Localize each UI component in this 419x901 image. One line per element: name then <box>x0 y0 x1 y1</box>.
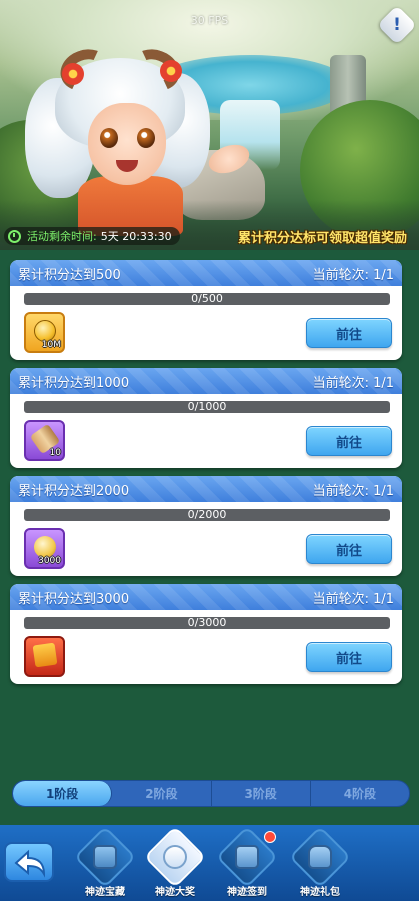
treasure-chest-icon <box>93 845 117 869</box>
task-title: 累计积分达到2000 <box>18 483 130 499</box>
reward-quantity: 3000 <box>38 556 61 566</box>
task-list: 累计积分达到500 当前轮次: 1/1 0/500 10M 前往 累计积分达到1… <box>10 260 402 692</box>
task-round: 当前轮次: 1/1 <box>312 267 394 283</box>
nav-label: 神迹宝藏 <box>85 887 125 898</box>
task-header: 累计积分达到1000 当前轮次: 1/1 <box>10 368 402 394</box>
gold-coin-icon <box>34 320 56 342</box>
progress-text: 0/1000 <box>187 400 227 413</box>
task-round: 当前轮次: 1/1 <box>312 483 394 499</box>
notification-badge <box>264 831 276 843</box>
back-button[interactable] <box>4 842 54 882</box>
bow-icon <box>163 845 187 869</box>
task-round: 当前轮次: 1/1 <box>312 375 394 391</box>
progress-text: 0/3000 <box>187 616 227 629</box>
nav-label: 神迹签到 <box>227 887 267 898</box>
progress-bar: 0/500 <box>24 292 390 305</box>
event-timer: 活动剩余时间: 5天 20:33:30 <box>4 227 180 245</box>
nav-label: 神迹礼包 <box>300 887 340 898</box>
bottom-nav: 神迹宝藏 神迹大奖 神迹签到 神迹礼包 <box>0 825 419 901</box>
task-header: 累计积分达到500 当前轮次: 1/1 <box>10 260 402 286</box>
reward-item[interactable]: 3000 <box>24 528 65 569</box>
task-card: 累计积分达到2000 当前轮次: 1/1 0/2000 3000 前往 <box>10 476 402 576</box>
task-card: 累计积分达到3000 当前轮次: 1/1 0/3000 前往 <box>10 584 402 684</box>
task-header: 累计积分达到3000 当前轮次: 1/1 <box>10 584 402 610</box>
task-title: 累计积分达到3000 <box>18 591 130 607</box>
progress-text: 0/2000 <box>187 508 227 521</box>
task-card: 累计积分达到1000 当前轮次: 1/1 0/1000 10 前往 <box>10 368 402 468</box>
tab-stage-3[interactable]: 3阶段 <box>212 781 311 806</box>
nav-item-gift-pack[interactable]: 神迹礼包 <box>285 825 355 899</box>
reward-quantity: 10 <box>49 448 61 458</box>
go-button[interactable]: 前往 <box>306 534 392 564</box>
gift-box-icon <box>235 845 259 869</box>
tab-stage-1[interactable]: 1阶段 <box>13 781 113 806</box>
nav-item-checkin[interactable]: 神迹签到 <box>212 825 282 899</box>
reward-item[interactable] <box>24 636 65 677</box>
exclamation-icon: ! <box>393 15 401 35</box>
reward-quantity: 10M <box>41 340 61 350</box>
back-arrow-icon <box>14 849 46 878</box>
nav-item-grand-prize[interactable]: 神迹大奖 <box>140 825 210 899</box>
progress-bar: 0/1000 <box>24 400 390 413</box>
coin-icon <box>34 536 56 558</box>
hero-character <box>20 42 254 238</box>
fps-counter: 30 FPS <box>190 14 229 27</box>
gift-bag-icon <box>308 845 332 869</box>
timer-value: 5天 20:33:30 <box>100 230 172 243</box>
progress-bar: 0/2000 <box>24 508 390 521</box>
stage-tabs: 1阶段 2阶段 3阶段 4阶段 <box>12 780 410 807</box>
event-slogan: 累计积分达标可领取超值奖励 <box>237 231 407 246</box>
reward-item[interactable]: 10M <box>24 312 65 353</box>
reward-item[interactable]: 10 <box>24 420 65 461</box>
task-header: 累计积分达到2000 当前轮次: 1/1 <box>10 476 402 502</box>
timer-label: 活动剩余时间: <box>27 230 97 243</box>
task-card: 累计积分达到500 当前轮次: 1/1 0/500 10M 前往 <box>10 260 402 360</box>
go-button[interactable]: 前往 <box>306 642 392 672</box>
task-round: 当前轮次: 1/1 <box>312 591 394 607</box>
nav-item-treasure[interactable]: 神迹宝藏 <box>70 825 140 899</box>
go-button[interactable]: 前往 <box>306 426 392 456</box>
hero-banner <box>0 0 419 250</box>
go-button[interactable]: 前往 <box>306 318 392 348</box>
tab-stage-2[interactable]: 2阶段 <box>112 781 212 806</box>
task-title: 累计积分达到500 <box>18 267 121 283</box>
tab-stage-4[interactable]: 4阶段 <box>311 781 409 806</box>
clock-icon <box>8 229 21 243</box>
progress-text: 0/500 <box>191 292 223 305</box>
info-button[interactable]: ! <box>377 5 417 45</box>
nav-label: 神迹大奖 <box>155 887 195 898</box>
task-title: 累计积分达到1000 <box>18 375 130 391</box>
mystery-card-icon <box>32 642 58 668</box>
progress-bar: 0/3000 <box>24 616 390 629</box>
